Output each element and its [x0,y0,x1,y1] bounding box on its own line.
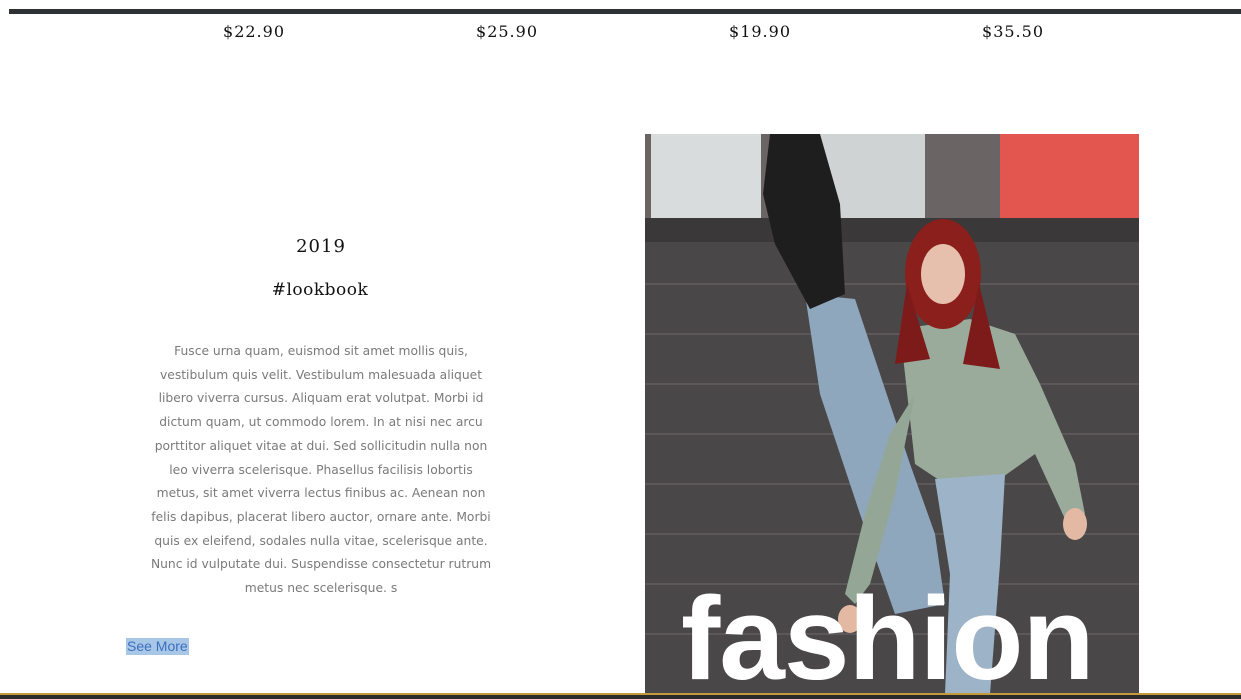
product-price: $35.50 [982,22,1044,41]
top-divider [9,9,1241,14]
product-price: $25.90 [476,22,538,41]
product-price: $22.90 [223,22,285,41]
lookbook-year: 2019 [296,236,346,257]
lookbook-photo: fashion [645,134,1139,694]
lookbook-title: #lookbook [271,280,369,300]
photo-overlay-text: fashion [681,573,1095,694]
see-more-link[interactable]: See More [126,638,189,655]
page: $22.90 $25.90 $19.90 $35.50 2019 #lookbo… [0,0,1241,699]
bottom-divider [0,693,1241,699]
product-price: $19.90 [729,22,791,41]
lookbook-description: Fusce urna quam, euismod sit amet mollis… [150,344,492,596]
